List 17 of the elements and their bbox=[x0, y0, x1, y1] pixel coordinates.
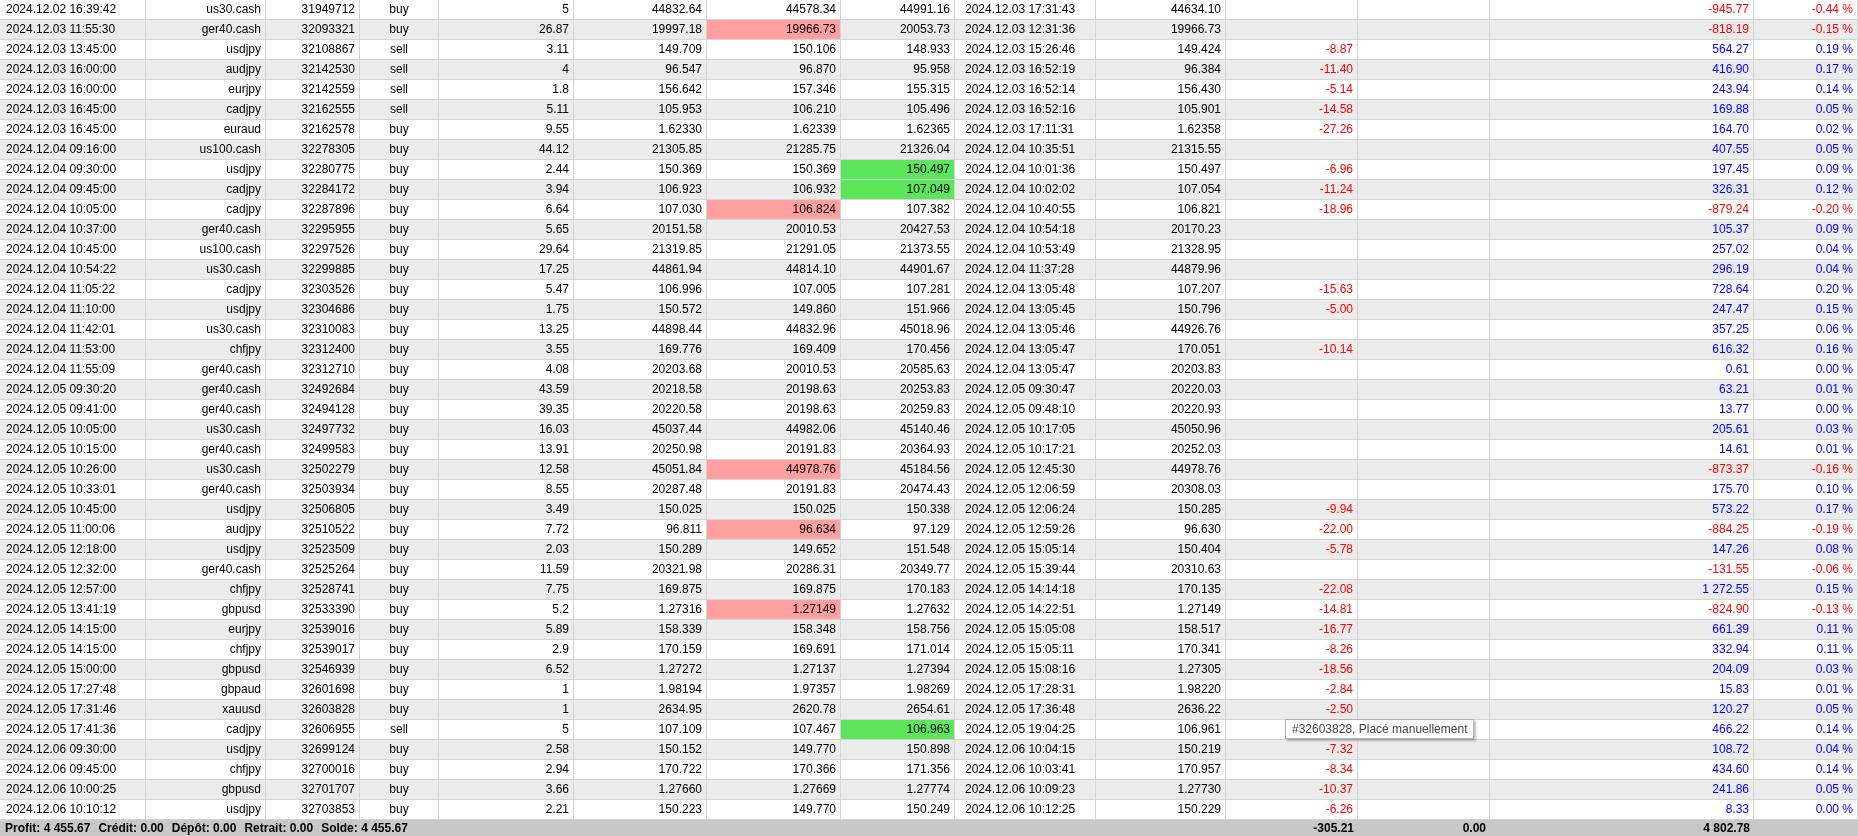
tooltip: #32603828, Placé manuellement bbox=[1285, 719, 1475, 739]
take-profit-cell: 107.049 bbox=[841, 180, 955, 200]
stop-loss-cell: 44978.76 bbox=[707, 460, 841, 480]
summary-text: Crédit: 0.00 bbox=[98, 820, 164, 836]
profit-total: 4 802.78 bbox=[1702, 820, 1751, 836]
commission-total: -305.21 bbox=[1312, 820, 1355, 836]
stop-loss-cell: 96.634 bbox=[707, 520, 841, 540]
summary-text: Dépôt: 0.00 bbox=[171, 820, 237, 836]
summary-text: Retrait: 0.00 bbox=[244, 820, 314, 836]
summary-text: Solde: 4 455.67 bbox=[321, 820, 408, 836]
stop-loss-cell: 1.27149 bbox=[707, 600, 841, 620]
stop-loss-cell: 106.824 bbox=[707, 200, 841, 220]
take-profit-cell: 150.497 bbox=[841, 160, 955, 180]
take-profit-cell: 106.963 bbox=[841, 720, 955, 740]
stop-loss-cell: 19966.73 bbox=[707, 20, 841, 40]
summary-text: Profit: 4 455.67 bbox=[5, 820, 91, 836]
swap-total: 0.00 bbox=[1461, 820, 1487, 836]
